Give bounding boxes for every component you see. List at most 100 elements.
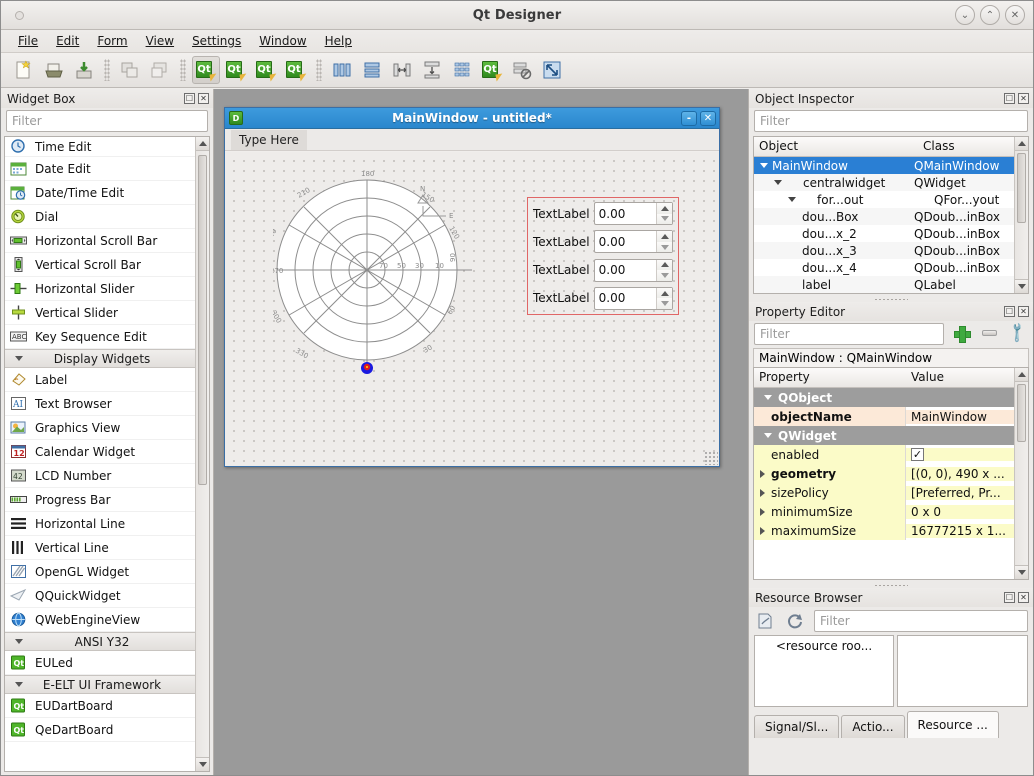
new-form-button[interactable]: [10, 56, 38, 84]
window-close-button[interactable]: ✕: [1005, 5, 1025, 25]
resource-root-item[interactable]: <resource roo...: [755, 636, 893, 653]
object-inspector-row[interactable]: dou...BoxQDoub...inBox: [754, 208, 1014, 225]
remove-property-button[interactable]: [978, 322, 1000, 344]
widget-box-item-horizontal-slider[interactable]: Horizontal Slider: [5, 277, 195, 301]
widget-box-category-e-elt-ui-framework[interactable]: E-ELT UI Framework: [5, 675, 195, 694]
break-layout-button[interactable]: [508, 56, 536, 84]
spinbox-down-button[interactable]: [657, 242, 672, 253]
widget-box-item-horizontal-scroll-bar[interactable]: Horizontal Scroll Bar: [5, 229, 195, 253]
widget-box-item-text-browser[interactable]: AIText Browser: [5, 392, 195, 416]
widget-box-item-key-sequence-edit[interactable]: ABCKey Sequence Edit: [5, 325, 195, 349]
object-inspector-row[interactable]: dou...x_4QDoub...inBox: [754, 259, 1014, 276]
form-layout-group[interactable]: TextLabel0.00TextLabel0.00TextLabel0.00T…: [527, 197, 679, 315]
spinbox-up-button[interactable]: [657, 231, 672, 242]
dartboard-widget[interactable]: 180 210 240 270 300 330 30 60 90 120 150: [273, 170, 477, 382]
edit-resources-icon[interactable]: [754, 610, 776, 632]
widget-box-filter-input[interactable]: [6, 110, 208, 132]
layout-splitter-horizontal-button[interactable]: [388, 56, 416, 84]
menubar-type-here[interactable]: Type Here: [231, 130, 307, 150]
object-inspector-scrollbar[interactable]: [1014, 137, 1028, 293]
double-spinbox-3[interactable]: 0.00: [594, 259, 673, 282]
undock-icon[interactable]: ☐: [1004, 306, 1015, 317]
scroll-down-button[interactable]: [196, 757, 209, 771]
property-row[interactable]: minimumSize0 x 0: [754, 502, 1014, 521]
widget-box-item-date-time-edit[interactable]: Date/Time Edit: [5, 181, 195, 205]
spinbox-up-button[interactable]: [657, 203, 672, 214]
widget-box-item-graphics-view[interactable]: Graphics View: [5, 416, 195, 440]
spinbox-arrows[interactable]: [656, 231, 672, 252]
redo-button[interactable]: [146, 56, 174, 84]
property-row[interactable]: geometry[(0, 0), 490 x ...: [754, 464, 1014, 483]
widget-box-item-vertical-slider[interactable]: Vertical Slider: [5, 301, 195, 325]
chevron-down-icon[interactable]: [764, 395, 772, 400]
adjust-size-button[interactable]: [538, 56, 566, 84]
widget-box-item-eudartboard[interactable]: QtEUDartBoard: [5, 694, 195, 718]
spinbox-down-button[interactable]: [657, 270, 672, 281]
form-close-button[interactable]: ✕: [700, 111, 716, 126]
widget-box-item-qwebengineview[interactable]: QWebEngineView: [5, 608, 195, 632]
save-form-button[interactable]: [70, 56, 98, 84]
object-inspector-row[interactable]: for...outQFor...yout: [754, 191, 1014, 208]
widget-box-item-qedartboard[interactable]: QtQeDartBoard: [5, 718, 195, 742]
property-row[interactable]: maximumSize16777215 x 1...: [754, 521, 1014, 540]
property-row[interactable]: QWidget: [754, 426, 1014, 445]
spinbox-arrows[interactable]: [656, 260, 672, 281]
close-icon[interactable]: ✕: [1018, 306, 1029, 317]
widget-box-item-dial[interactable]: Dial: [5, 205, 195, 229]
scroll-up-button[interactable]: [1015, 137, 1028, 151]
menu-form[interactable]: Form: [88, 32, 136, 50]
column-header-class[interactable]: Class: [918, 137, 1028, 156]
menu-file[interactable]: File: [9, 32, 47, 50]
menu-view[interactable]: View: [137, 32, 183, 50]
widget-box-scrollbar[interactable]: [195, 137, 209, 771]
widget-box-item-date-edit[interactable]: Date Edit: [5, 157, 195, 181]
object-inspector-filter-input[interactable]: [754, 110, 1028, 132]
reload-icon[interactable]: [784, 610, 806, 632]
form-minimize-button[interactable]: -: [681, 111, 697, 126]
scrollbar-thumb[interactable]: [1017, 384, 1026, 442]
widget-box-item-progress-bar[interactable]: Progress Bar: [5, 488, 195, 512]
chevron-down-icon[interactable]: [764, 433, 772, 438]
form-titlebar[interactable]: D MainWindow - untitled* - ✕: [225, 108, 719, 129]
edit-buddies-button[interactable]: Qt: [252, 56, 280, 84]
object-inspector-row[interactable]: centralwidgetQWidget: [754, 174, 1014, 191]
layout-form-button[interactable]: Qt: [478, 56, 506, 84]
spinbox-arrows[interactable]: [656, 203, 672, 224]
layout-grid-button[interactable]: [448, 56, 476, 84]
property-row[interactable]: QObject: [754, 388, 1014, 407]
widget-box-item-calendar-widget[interactable]: 12Calendar Widget: [5, 440, 195, 464]
configure-property-button[interactable]: 🔧: [1006, 322, 1028, 344]
tab-action-editor[interactable]: Actio...: [841, 715, 904, 738]
close-icon[interactable]: ✕: [1018, 93, 1029, 104]
expander-triangle-icon[interactable]: [760, 163, 768, 168]
resource-tree[interactable]: <resource roo...: [754, 635, 894, 707]
menu-settings[interactable]: Settings: [183, 32, 250, 50]
spinbox-down-button[interactable]: [657, 298, 672, 309]
undock-icon[interactable]: ☐: [184, 93, 195, 104]
tab-signal-slot-editor[interactable]: Signal/Sl...: [754, 715, 839, 738]
spinbox-up-button[interactable]: [657, 288, 672, 299]
edit-tab-order-button[interactable]: Qt: [282, 56, 310, 84]
property-editor-scrollbar[interactable]: [1014, 368, 1028, 579]
widget-box-category-ansi-y32[interactable]: ANSI Y32: [5, 632, 195, 651]
scroll-down-button[interactable]: [1015, 279, 1028, 293]
undock-icon[interactable]: ☐: [1004, 93, 1015, 104]
menu-window[interactable]: Window: [250, 32, 315, 50]
expander-triangle-icon[interactable]: [788, 197, 796, 202]
chevron-right-icon[interactable]: [760, 470, 765, 478]
expander-triangle-icon[interactable]: [774, 180, 782, 185]
layout-vertically-button[interactable]: [358, 56, 386, 84]
double-spinbox-4[interactable]: 0.00: [594, 287, 673, 310]
chevron-right-icon[interactable]: [760, 508, 765, 516]
widget-box-item-time-edit[interactable]: Time Edit: [5, 137, 195, 157]
layout-splitter-vertical-button[interactable]: [418, 56, 446, 84]
widget-box-item-label[interactable]: Label: [5, 368, 195, 392]
scroll-down-button[interactable]: [1015, 565, 1028, 579]
chevron-right-icon[interactable]: [760, 489, 765, 497]
object-inspector-row[interactable]: dou...x_3QDoub...inBox: [754, 242, 1014, 259]
column-header-property[interactable]: Property: [754, 368, 906, 387]
column-header-object[interactable]: Object: [754, 137, 918, 156]
edit-widgets-button[interactable]: Qt: [192, 56, 220, 84]
widget-box-item-qquickwidget[interactable]: QQuickWidget: [5, 584, 195, 608]
edit-signals-slots-button[interactable]: Qt: [222, 56, 250, 84]
